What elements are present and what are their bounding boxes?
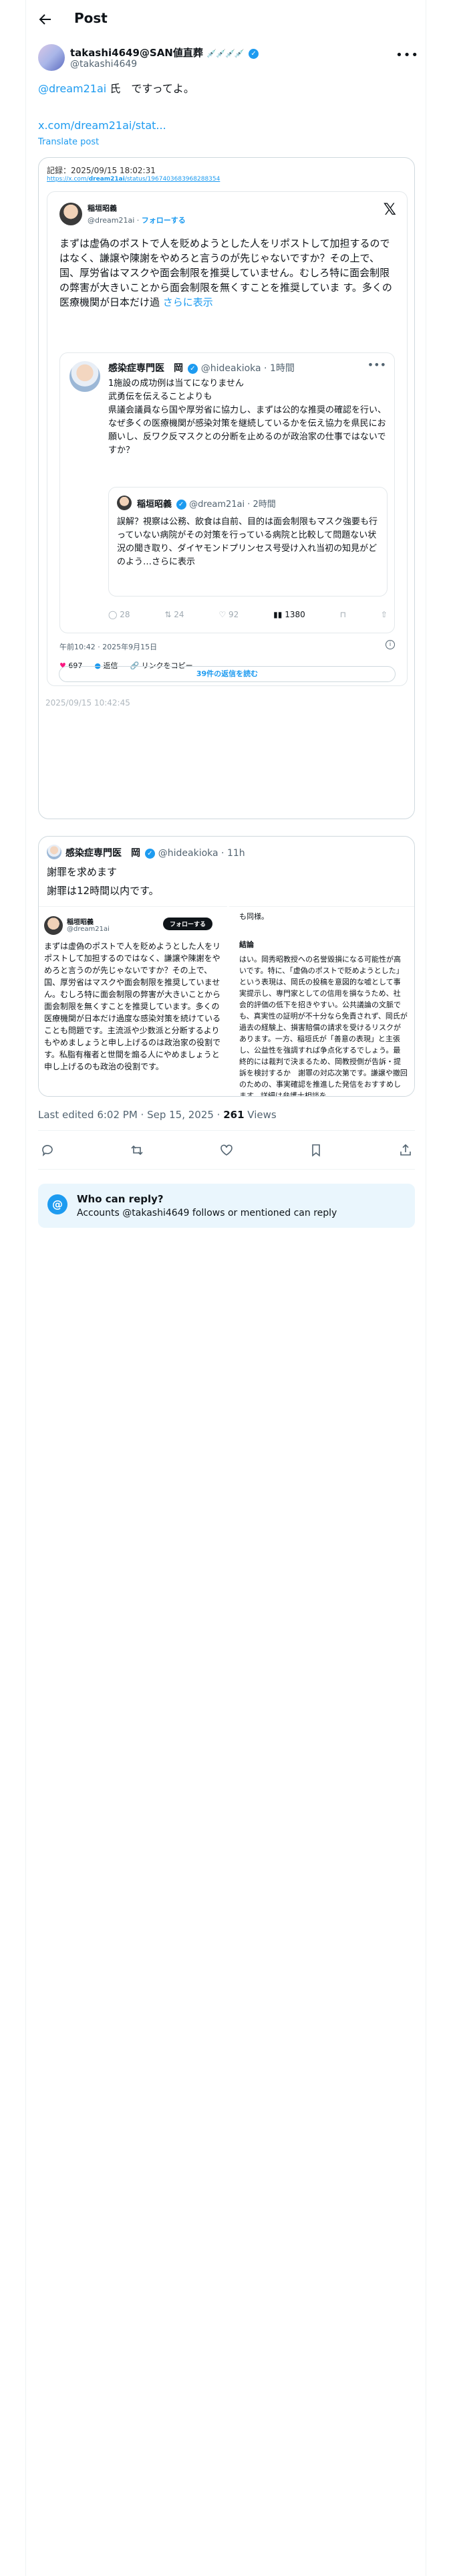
quoted-post-2: 稲垣昭義 ✓ @dream21ai · 2時間 誤解？視察は公務、飲食は自前、目… xyxy=(108,487,388,597)
main-column: Post takashi4649@SAN値直葬 💉💉💉💉 ✓ @takashi4… xyxy=(25,0,426,2576)
avatar xyxy=(44,916,63,935)
view-count: ▮▮ 1380 xyxy=(273,610,305,619)
attached-image[interactable]: 記録：2025/09/15 18:02:31 https://x.com/dre… xyxy=(38,157,415,819)
info-icon: i xyxy=(386,640,395,649)
reply-button[interactable] xyxy=(38,1141,57,1160)
edited-timestamp[interactable]: Last edited 6:02 PM · Sep 15, 2025 · xyxy=(38,1109,223,1121)
post-body: 氏 ですってよ。 xyxy=(106,82,194,95)
bookmark-button[interactable] xyxy=(307,1141,325,1160)
post-text: @dream21ai 氏 ですってよ。 xyxy=(38,82,194,96)
embedded-post: 稲垣昭義 @dream21ai · フォローする 𝕏 まずは虚偽のポストで人を貶… xyxy=(47,191,408,686)
quoted-image-right[interactable]: も同様。 結論 はい。岡秀昭教授への名誉毀損になる可能性が高いです。特に、「虚偽… xyxy=(229,906,414,1097)
share-icon xyxy=(400,1144,411,1156)
embed-author-name: 稲垣昭義 xyxy=(88,204,117,213)
quoted-author: 感染症専門医 岡 ✓ @hideakioka · 11h xyxy=(65,848,245,859)
repost-button[interactable] xyxy=(128,1141,146,1160)
quoted-line-1: 謝罪を求めます xyxy=(47,866,118,878)
follow-link: フォローする xyxy=(141,216,186,225)
embed-text: まずは虚偽のポストで人を貶めようとした人をリポストして加担するのではなく、謙譲や… xyxy=(59,237,392,308)
mention-link[interactable]: @dream21ai xyxy=(38,82,106,95)
quoted-post-1: 感染症専門医 岡 ✓ @hideakioka · 1時間 ••• 1施設の成功例… xyxy=(59,352,395,633)
image-author-handle: @dream21ai xyxy=(67,926,110,933)
who-can-reply-title: Who can reply? xyxy=(77,1193,164,1205)
who-can-reply-subtitle: Accounts @takashi4649 follows or mention… xyxy=(77,1208,337,1218)
more-options-icon: ••• xyxy=(367,358,386,371)
image-right-top: も同様。 xyxy=(239,912,269,921)
author-emoji: 💉💉💉💉 xyxy=(206,49,245,58)
quote1-author: 感染症専門医 岡 ✓ @hideakioka · 1時間 xyxy=(108,363,295,374)
image-author-name: 稲垣昭義 xyxy=(67,919,94,926)
verified-badge-icon: ✓ xyxy=(249,49,259,59)
bookmark-icon xyxy=(312,1144,320,1157)
quoted-post-card[interactable]: 感染症専門医 岡 ✓ @hideakioka · 11h 謝罪を求めます 謝罪は… xyxy=(38,836,415,1097)
more-options-icon[interactable]: ••• xyxy=(396,48,419,62)
quote2-text: 誤解？視察は公務、飲食は自前、目的は面会制限もマスク強要も行っていない病院がその… xyxy=(117,517,378,567)
embed-author-handle: @dream21ai · フォローする xyxy=(88,216,186,225)
divider xyxy=(38,1169,415,1170)
reply-icon xyxy=(42,1145,53,1157)
avatar[interactable] xyxy=(38,44,65,71)
avatar xyxy=(47,845,61,859)
avatar xyxy=(117,496,132,510)
record-label: 記録：2025/09/15 18:02:31 xyxy=(47,166,156,175)
translate-post-link[interactable]: Translate post xyxy=(38,137,99,147)
top-bar: Post xyxy=(26,0,427,39)
x-logo-icon: 𝕏 xyxy=(383,200,396,219)
record-url: https://x.com/dream21ai/status/196740368… xyxy=(47,176,220,183)
bookmark-icon: ⊓ xyxy=(339,610,347,619)
repost-count: ⇅ 24 xyxy=(164,610,184,619)
read-replies-button: 39件の返信を読む xyxy=(59,666,396,682)
page-title: Post xyxy=(74,10,108,26)
at-sign-icon: @ xyxy=(47,1194,67,1214)
who-can-reply-box: @ Who can reply? Accounts @takashi4649 f… xyxy=(38,1184,415,1228)
share-button[interactable] xyxy=(396,1141,415,1160)
back-button[interactable] xyxy=(34,8,57,31)
share-icon: ⇧ xyxy=(380,610,388,619)
image-right-text: はい。岡秀昭教授への名誉毀損になる可能性が高いです。特に、「虚偽のポストで貶めよ… xyxy=(239,955,408,1097)
like-button[interactable] xyxy=(217,1141,236,1160)
reply-count: ◯ 28 xyxy=(108,610,130,619)
post-actions xyxy=(38,1141,415,1160)
heart-icon xyxy=(220,1144,233,1156)
image-timestamp: 2025/09/15 10:42:45 xyxy=(45,698,130,708)
post-url-link[interactable]: x.com/dream21ai/stat... xyxy=(38,119,166,132)
quote1-text: 1施設の成功例は当てになりません 武勇伝を伝えることよりも 県議会議員なら国や厚… xyxy=(108,379,387,455)
author-handle[interactable]: @takashi4649 xyxy=(70,59,137,70)
image-right-heading: 結論 xyxy=(239,940,254,949)
author-name[interactable]: takashi4649@SAN値直葬 💉💉💉💉 ✓ xyxy=(70,45,259,60)
like-count: ♡ 92 xyxy=(218,610,239,619)
quoted-line-2: 謝罪は12時間以内です。 xyxy=(47,885,159,897)
quote2-author: 稲垣昭義 ✓ @dream21ai · 2時間 xyxy=(137,500,276,510)
verified-badge-icon: ✓ xyxy=(144,849,155,859)
back-arrow-icon xyxy=(39,14,51,25)
post-author: takashi4649@SAN値直葬 💉💉💉💉 ✓ @takashi4649 •… xyxy=(38,44,419,76)
image-follow-button: フォローする xyxy=(163,918,213,930)
image-left-text: まずは虚偽のポストで人を貶めようとした人をリポストして加担するのではなく、謙譲や… xyxy=(44,942,221,1071)
quoted-image-left[interactable]: 稲垣昭義 @dream21ai フォローする まずは虚偽のポストで人を貶めようと… xyxy=(39,906,227,1096)
view-count: 261 xyxy=(223,1109,245,1121)
repost-icon xyxy=(131,1145,143,1156)
divider xyxy=(38,1130,415,1131)
avatar xyxy=(69,361,100,392)
author-display-name: takashi4649@SAN値直葬 xyxy=(70,47,203,59)
embed-timestamp: 午前10:42 · 2025年9月15日 xyxy=(59,643,158,651)
post-meta: Last edited 6:02 PM · Sep 15, 2025 · 261… xyxy=(38,1109,277,1121)
avatar xyxy=(59,203,82,225)
quote1-actions: ◯ 28 ⇅ 24 ♡ 92 ▮▮ 1380 ⊓ ⇧ xyxy=(108,610,388,619)
